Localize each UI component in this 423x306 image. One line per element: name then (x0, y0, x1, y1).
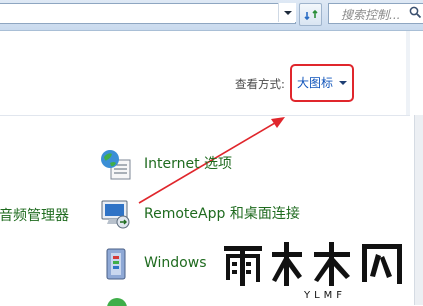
remoteapp-item[interactable]: RemoteApp 和桌面连接 (144, 203, 300, 223)
audio-manager-label[interactable]: 音频管理器 (0, 205, 69, 225)
globe-icon[interactable] (99, 148, 133, 182)
windows-item[interactable]: Windows (144, 255, 207, 271)
windows-label: Windows (144, 255, 207, 271)
windows-cardspace-icon[interactable] (101, 247, 131, 281)
internet-options-item[interactable]: Internet 选项 (144, 153, 232, 173)
ylmf-watermark-logo: YLMF (224, 242, 402, 301)
remote-desktop-icon[interactable] (99, 197, 133, 231)
remoteapp-label: RemoteApp 和桌面连接 (144, 206, 300, 222)
internet-options-label: Internet 选项 (144, 156, 233, 172)
ylmf-watermark-sub: YLMF (303, 290, 346, 301)
